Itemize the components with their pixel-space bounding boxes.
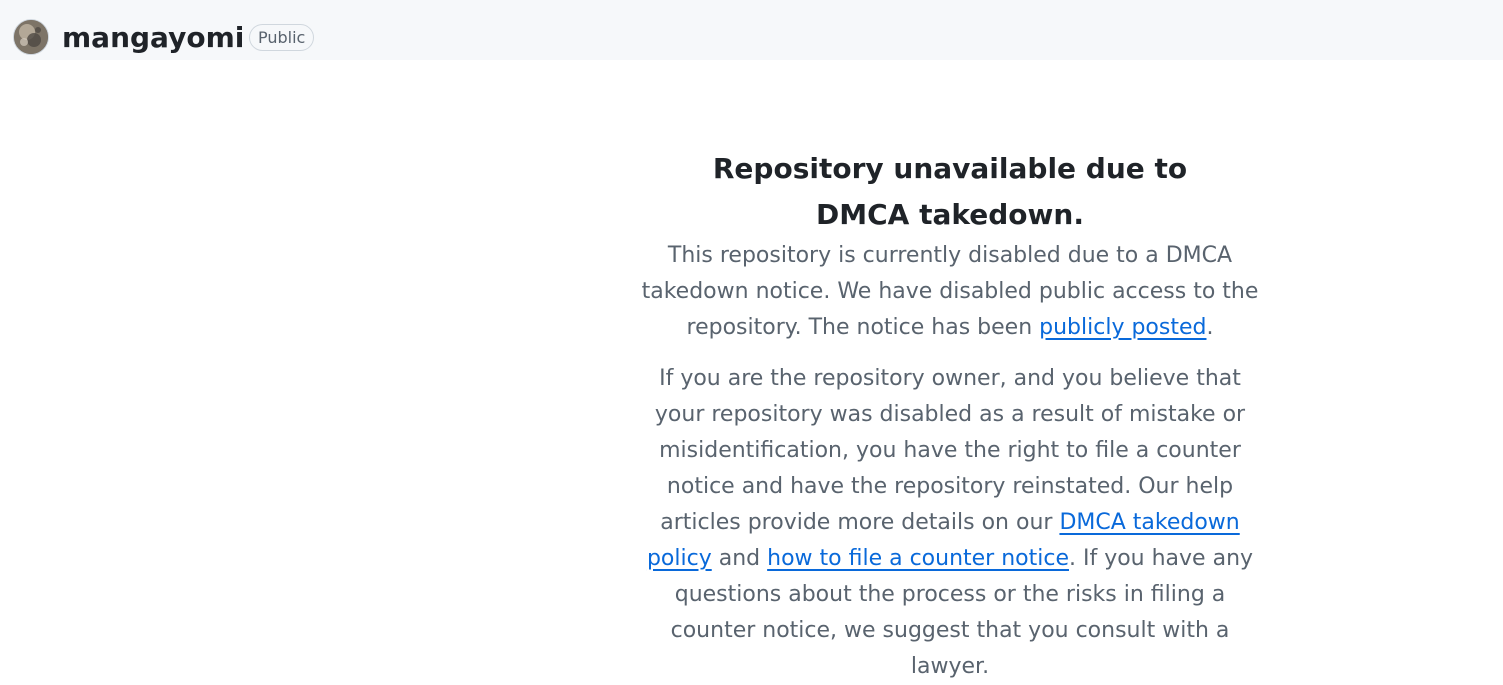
notice-paragraph-disabled: This repository is currently disabled du…	[630, 238, 1270, 346]
notice-paragraph-counter: If you are the repository owner, and you…	[630, 361, 1270, 685]
counter-notice-link[interactable]: how to file a counter notice	[767, 546, 1069, 571]
publicly-posted-link[interactable]: publicly posted	[1039, 315, 1206, 340]
notice-text: .	[1206, 315, 1214, 340]
notice-title: Repository unavailable due to DMCA taked…	[712, 152, 1188, 231]
repo-header: mangayomi Public	[0, 0, 1503, 60]
dmca-notice: Repository unavailable due to DMCA taked…	[630, 146, 1270, 685]
notice-text: and	[711, 546, 768, 571]
user-avatar-icon[interactable]	[13, 19, 49, 55]
visibility-badge: Public	[249, 24, 315, 51]
avatar-image	[14, 20, 48, 54]
repo-name-link[interactable]: mangayomi	[62, 18, 244, 58]
